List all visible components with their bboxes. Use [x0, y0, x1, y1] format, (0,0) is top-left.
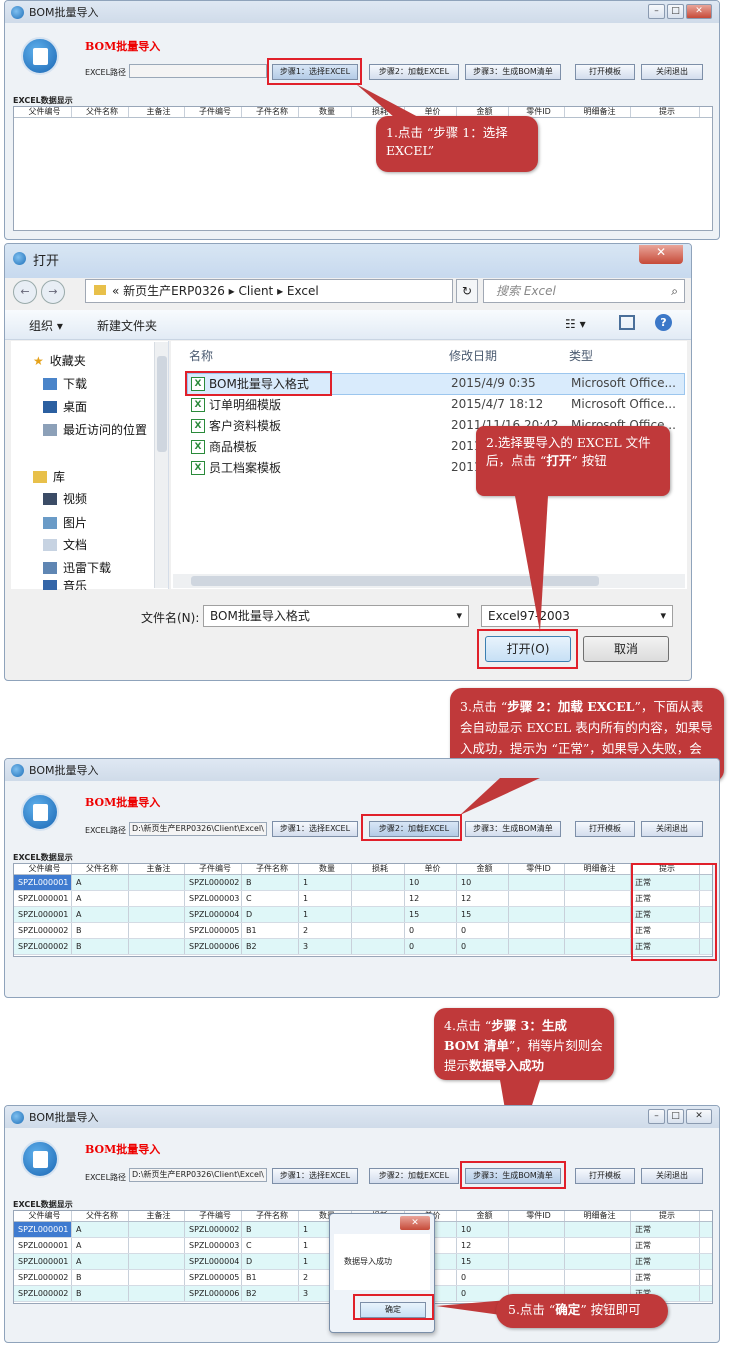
callout-step5-text-a: 5.点击 “	[508, 1302, 556, 1317]
callout-tail-5	[436, 1300, 508, 1316]
callout-step5-bold: 确定	[555, 1302, 581, 1317]
callout-step5-text-c: ” 按钮即可	[580, 1302, 641, 1317]
callout-step5: 5.点击 “确定” 按钮即可	[496, 1294, 668, 1328]
